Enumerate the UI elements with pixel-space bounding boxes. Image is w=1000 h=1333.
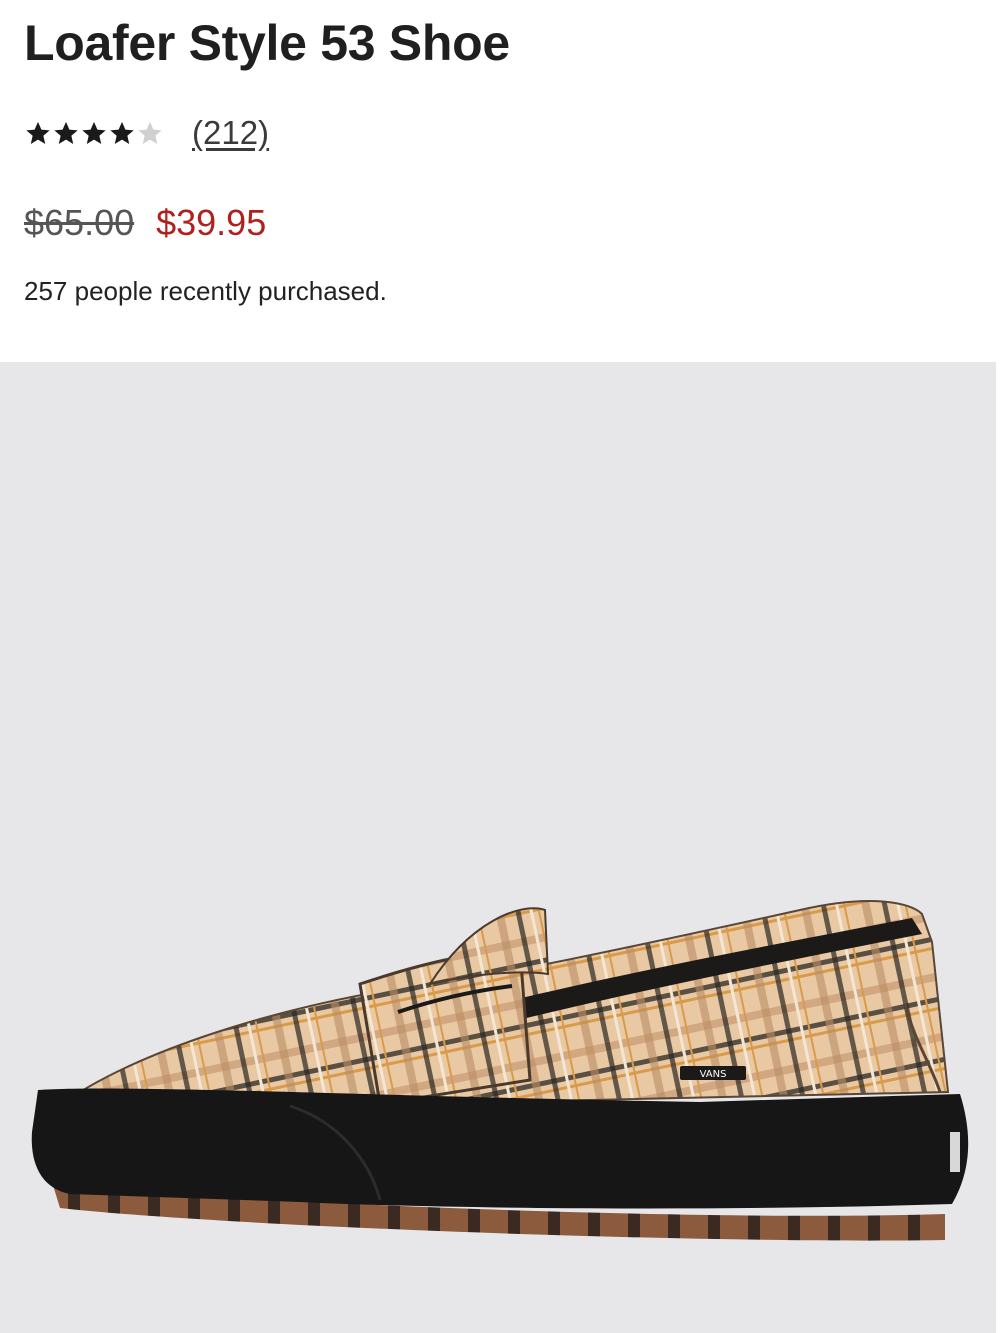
- brand-tag: VANS: [680, 1066, 746, 1080]
- price-row: $65.00 $39.95: [24, 202, 266, 244]
- sale-price: $39.95: [156, 202, 267, 243]
- star-icon: [80, 119, 108, 147]
- star-rating: [24, 119, 164, 147]
- star-icon: [108, 119, 136, 147]
- shoe-vamp: [427, 907, 550, 986]
- brand-tag-label: VANS: [700, 1069, 727, 1080]
- product-title: Loafer Style 53 Shoe: [24, 15, 510, 71]
- heel-label: [950, 1132, 960, 1172]
- shoe-sole: [31, 1088, 969, 1209]
- product-image[interactable]: VANS: [0, 362, 996, 1333]
- recent-purchases-text: 257 people recently purchased.: [24, 276, 387, 306]
- star-icon: [24, 119, 52, 147]
- review-count-link[interactable]: (212): [192, 114, 269, 152]
- star-icon: [52, 119, 80, 147]
- shoe-illustration: VANS: [31, 900, 969, 1241]
- original-price: $65.00: [24, 202, 135, 243]
- rating-row: (212): [24, 108, 269, 158]
- star-icon: [136, 119, 164, 147]
